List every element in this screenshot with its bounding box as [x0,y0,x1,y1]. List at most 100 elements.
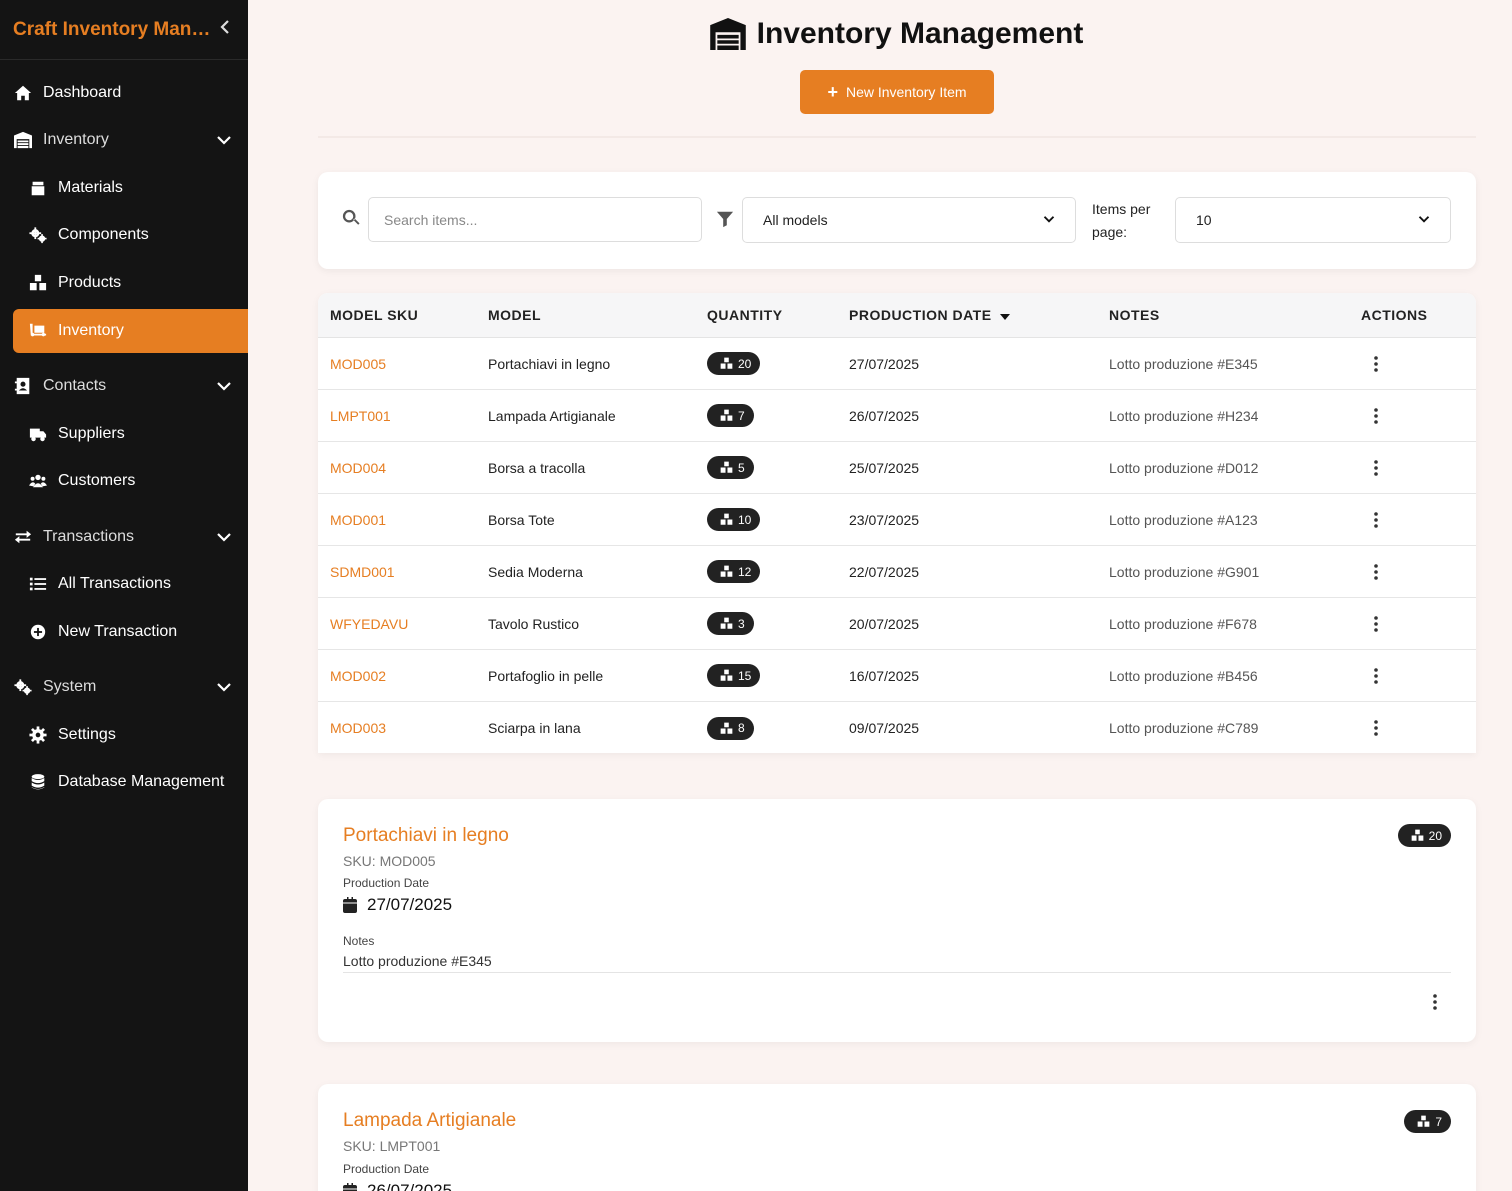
table-row: WFYEDAVU Tavolo Rustico 3 20/07/2025 Lotto p… [318,598,1476,650]
list-icon [28,574,48,594]
row-actions-menu-icon[interactable] [1361,661,1391,691]
sidebar-item-materials[interactable]: Materials [0,164,248,212]
sidebar-item-products[interactable]: Products [0,259,248,307]
card-date-label: Production Date [343,1162,430,1176]
main-content: Inventory Management + New Inventory Ite… [248,0,1512,1191]
row-actions-menu-icon[interactable] [1361,609,1391,639]
row-quantity: 12 [707,560,761,583]
quantity-value: 8 [738,721,745,735]
row-production-date: 26/07/2025 [849,407,920,424]
sidebar-item-label: All Transactions [58,575,171,593]
row-quantity: 7 [707,404,754,427]
cubes-icon [720,617,733,630]
row-quantity: 20 [707,352,761,375]
row-sku-link[interactable]: MOD005 [330,356,386,372]
cubes-icon [720,669,733,682]
column-header-model-sku[interactable]: MODEL SKU [330,307,418,323]
table-row: SDMD001 Sedia Moderna 12 22/07/2025 Lotto pr… [318,546,1476,598]
sidebar-group-contacts[interactable]: Contacts [0,363,248,411]
items-per-page-select[interactable]: 10 [1175,197,1451,243]
table-body: MOD005 Portachiavi in legno 20 27/07/2025 Lo… [318,338,1476,753]
quantity-value: 15 [738,668,752,683]
sidebar-item-settings[interactable]: Settings [0,711,248,759]
column-header-production-date[interactable]: PRODUCTION DATE [849,307,1010,323]
sidebar-brand: Craft Inventory Management [0,0,248,60]
table-row: LMPT001 Lampada Artigianale 7 26/07/2025 Lot… [318,390,1476,442]
card-notes: Lotto produzione #E345 [343,953,492,969]
table-header: MODEL SKU MODEL QUANTITY PRODUCTION DATE… [318,293,1476,338]
row-actions-menu-icon[interactable] [1361,713,1391,743]
row-actions-menu-icon[interactable] [1361,453,1391,483]
sidebar-group-system[interactable]: System [0,664,248,712]
sidebar-item-new-transaction[interactable]: New Transaction [0,608,248,656]
sidebar-nav: Dashboard Inventory Materials Components… [0,60,248,806]
sort-desc-icon [992,307,1010,323]
row-production-date: 20/07/2025 [849,615,920,632]
page-title-text: Inventory Management [756,17,1084,50]
sidebar-item-suppliers[interactable]: Suppliers [0,410,248,458]
calendar-icon [343,897,357,913]
sidebar-group-transactions[interactable]: Transactions [0,513,248,561]
cubes-icon [1417,1115,1430,1128]
row-quantity: 8 [707,716,754,740]
row-quantity: 15 [707,664,761,687]
model-filter-select[interactable]: All models [742,197,1076,243]
search-input[interactable] [368,197,702,242]
home-icon [13,83,33,103]
app-title: Craft Inventory Management [13,18,213,40]
new-inventory-item-button[interactable]: + New Inventory Item [800,70,994,114]
chevron-down-icon [1043,212,1055,228]
card-date: 27/07/2025 [343,895,452,915]
row-production-date: 09/07/2025 [849,720,920,736]
column-header-notes[interactable]: NOTES [1109,307,1160,323]
row-sku-link[interactable]: WFYEDAVU [330,616,408,632]
card-title[interactable]: Lampada Artigianale [343,1110,516,1132]
row-sku-link[interactable]: MOD002 [330,668,386,684]
quantity-badge: 20 [1397,824,1451,847]
row-sku-link[interactable]: MOD003 [330,720,386,736]
sidebar-item-database-management[interactable]: Database Management [0,759,248,807]
sidebar-item-all-transactions[interactable]: All Transactions [0,561,248,609]
row-notes: Lotto produzione #H234 [1109,407,1259,424]
row-notes: Lotto produzione #C789 [1109,720,1259,736]
quantity-value: 20 [738,356,752,371]
inventory-table: MODEL SKU MODEL QUANTITY PRODUCTION DATE… [318,293,1476,753]
cubes-icon [720,722,733,735]
card-title[interactable]: Portachiavi in legno [343,825,509,847]
quantity-badge: 7 [707,404,754,427]
sidebar-item-label: Products [58,273,122,291]
chevron-down-icon [216,378,232,394]
quantity-badge: 7 [1404,1110,1451,1133]
row-actions-menu-icon[interactable] [1361,401,1391,431]
chevron-down-icon [216,679,232,695]
quantity-badge: 10 [707,508,761,531]
header-divider [318,136,1476,138]
sidebar-item-components[interactable]: Components [0,212,248,260]
database-icon [28,772,48,792]
row-sku-link[interactable]: SDMD001 [330,564,395,580]
sidebar-item-inventory[interactable]: Inventory [13,308,248,353]
row-quantity: 10 [707,508,761,531]
row-model: Sciarpa in lana [488,720,581,736]
items-per-page-label: Items per page: [1092,201,1151,240]
quantity-badge: 8 [707,716,754,740]
row-sku-link[interactable]: MOD001 [330,512,386,528]
users-icon [28,471,48,491]
sidebar-group-inventory[interactable]: Inventory [0,117,248,165]
calendar-icon [343,1183,357,1191]
row-sku-link[interactable]: LMPT001 [330,408,391,424]
row-production-date: 22/07/2025 [849,563,920,580]
row-sku-link[interactable]: MOD004 [330,460,386,476]
collapse-sidebar-icon[interactable] [215,20,235,39]
row-actions-menu-icon[interactable] [1361,557,1391,587]
sidebar-item-dashboard[interactable]: Dashboard [0,69,248,117]
column-header-model[interactable]: MODEL [488,307,541,323]
row-actions-menu-icon[interactable] [1361,349,1391,379]
card-date-value: 27/07/2025 [367,895,453,914]
sidebar-item-customers[interactable]: Customers [0,458,248,506]
card-divider [343,972,1451,973]
card-actions-menu-icon[interactable] [1420,987,1450,1017]
row-actions-menu-icon[interactable] [1361,505,1391,535]
cubes-icon [28,273,48,293]
column-header-quantity[interactable]: QUANTITY [707,307,783,323]
